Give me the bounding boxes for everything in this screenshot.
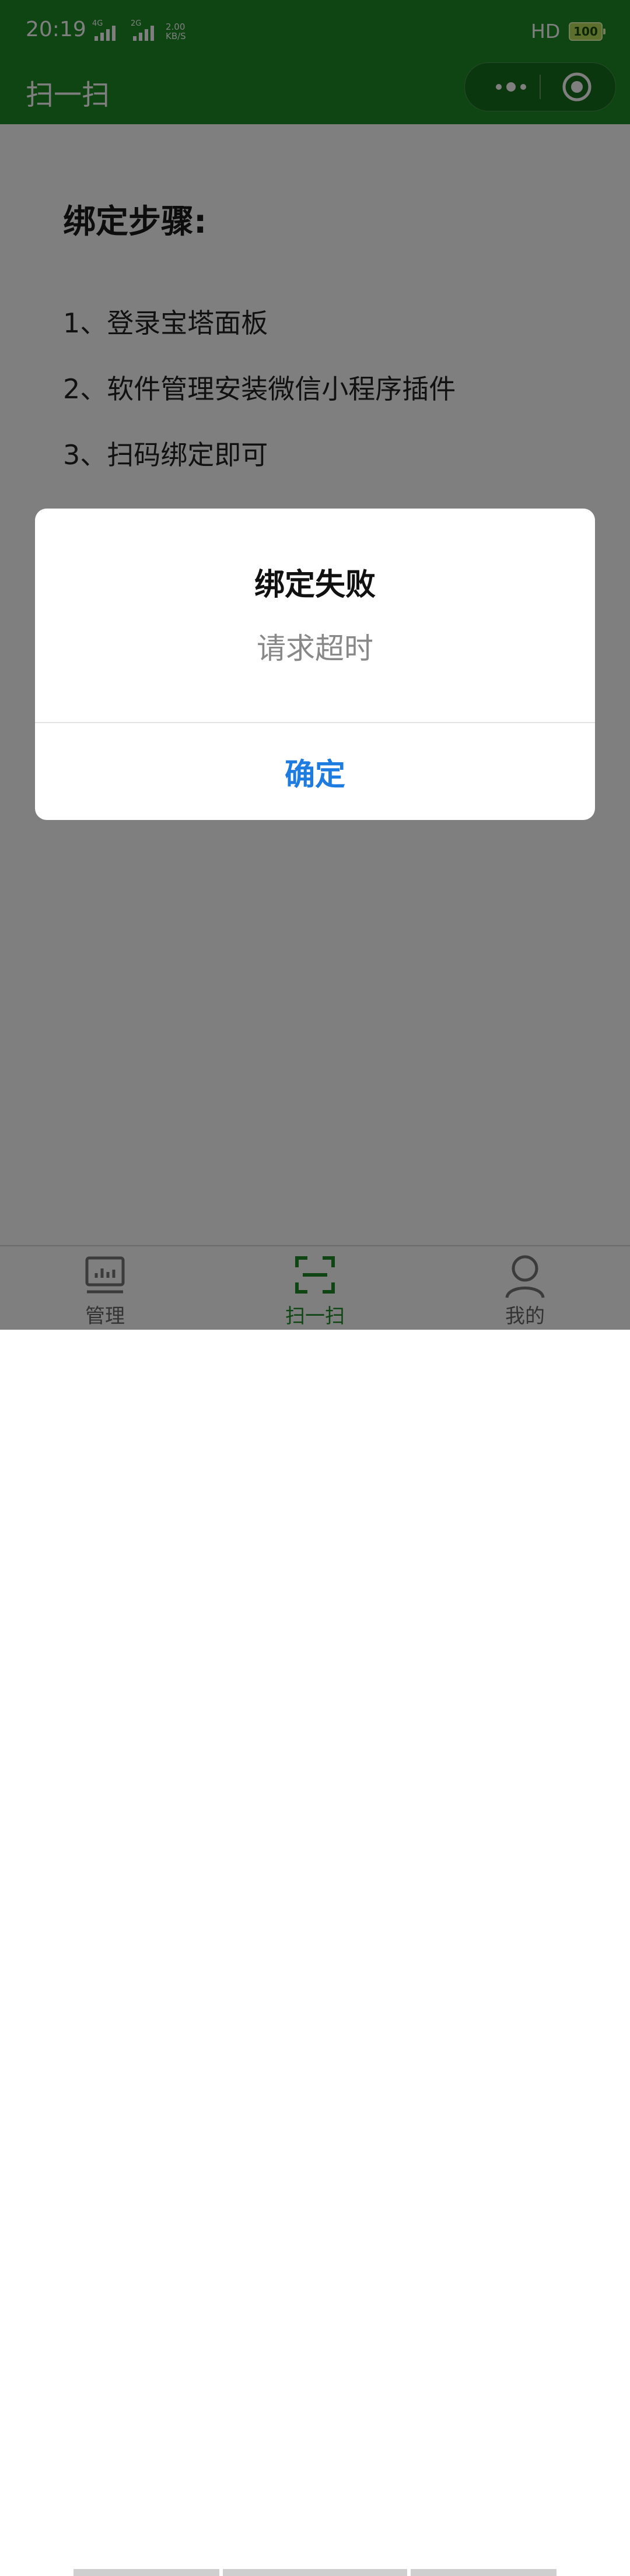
gesture-bar [411,2569,556,2576]
error-dialog: 绑定失败 请求超时 确定 [35,509,595,820]
gesture-bar [74,2569,219,2576]
dialog-title: 绑定失败 [254,567,376,602]
dialog-message: 请求超时 [257,632,373,665]
gesture-bar [223,2569,407,2576]
confirm-button[interactable]: 确定 [35,723,595,820]
